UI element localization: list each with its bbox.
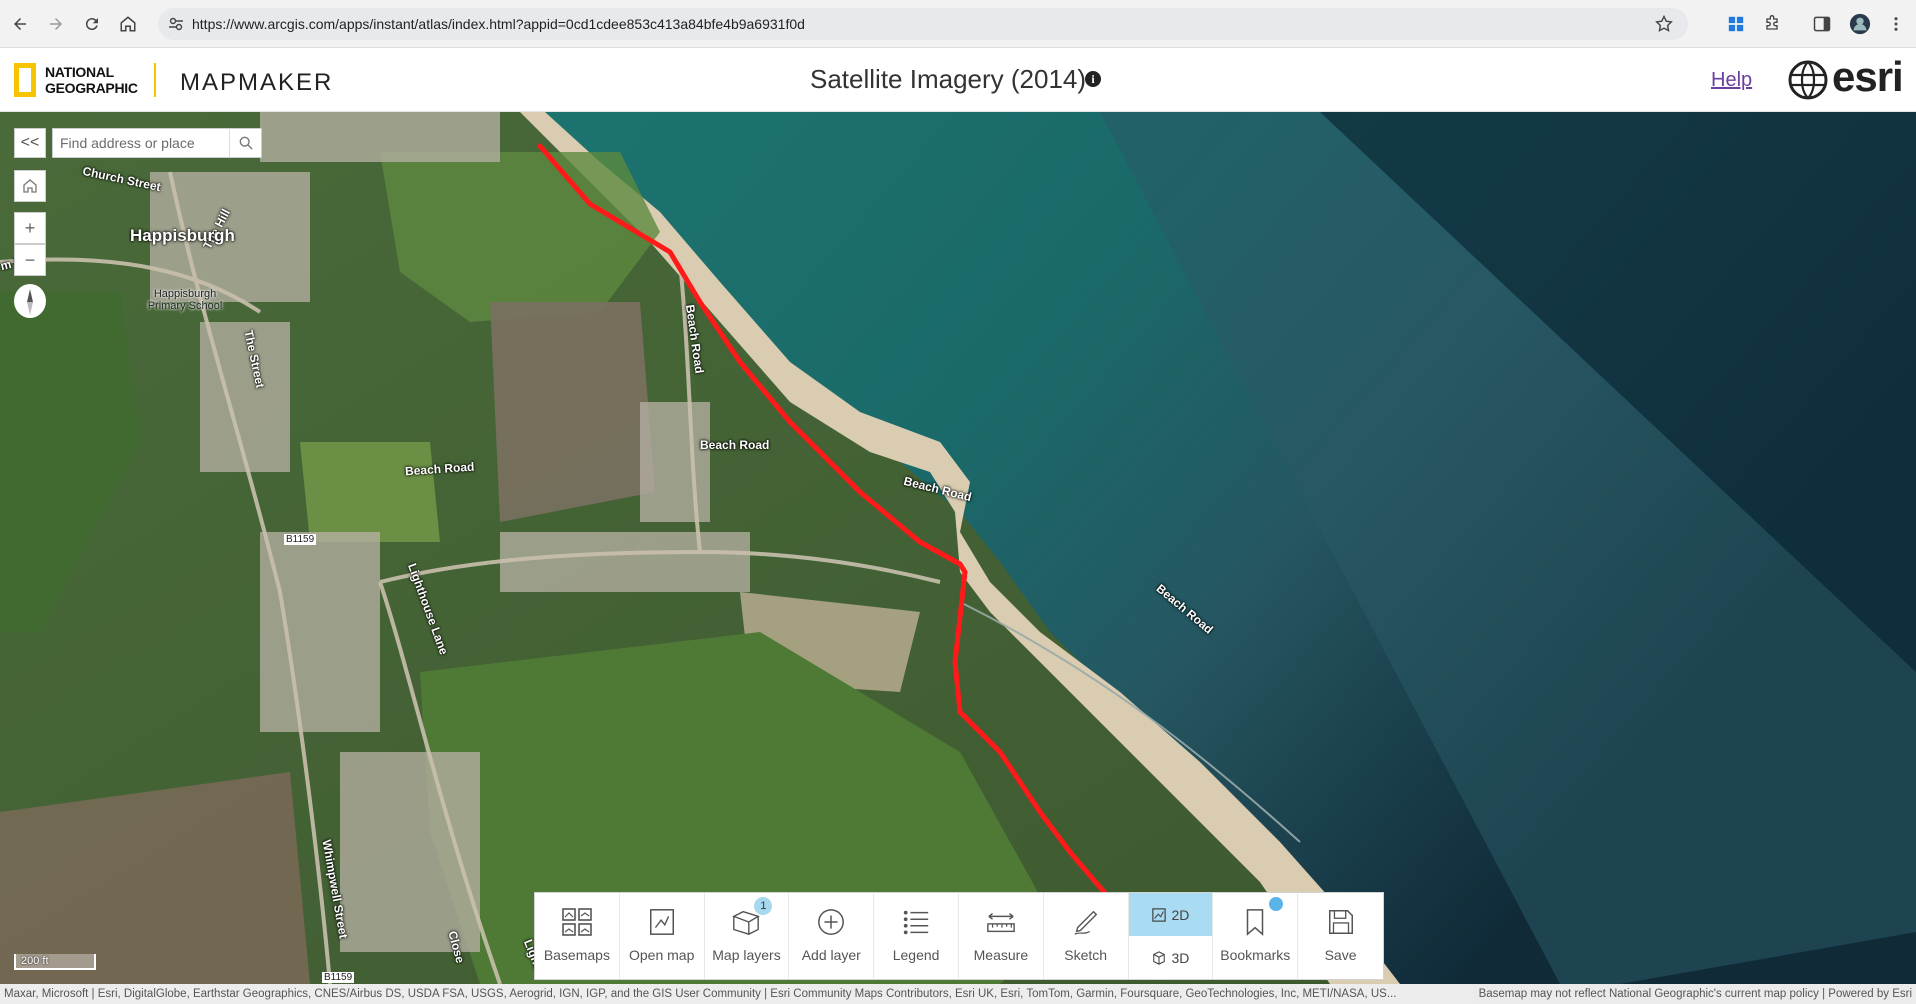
profile-avatar-icon[interactable] xyxy=(1848,12,1872,36)
satellite-imagery xyxy=(0,112,1916,984)
plus-circle-icon xyxy=(818,909,845,935)
sketch-button[interactable]: Sketch xyxy=(1044,893,1129,979)
search-icon xyxy=(239,136,253,150)
home-icon[interactable] xyxy=(116,12,140,36)
home-extent-icon xyxy=(23,179,37,193)
map-label-happisburgh: Happisburgh xyxy=(130,226,235,245)
map-2d-icon xyxy=(1151,907,1166,922)
cube-3d-icon xyxy=(1152,950,1165,965)
add-layer-button[interactable]: Add layer xyxy=(789,893,875,979)
pen-icon xyxy=(1074,910,1097,935)
reload-icon[interactable] xyxy=(80,12,104,36)
bottom-toolbar: Basemaps Open map 1 Map layers Add layer… xyxy=(534,892,1384,980)
map-label-b1159-b: B1159 xyxy=(322,972,355,983)
info-icon[interactable]: i xyxy=(1085,71,1101,87)
app-name: MAPMAKER xyxy=(180,69,334,96)
ruler-icon xyxy=(987,913,1015,933)
url-text: https://www.arcgis.com/apps/instant/atla… xyxy=(192,16,805,32)
help-link[interactable]: Help xyxy=(1711,69,1752,92)
map-label-b1159-a: B1159 xyxy=(284,534,317,545)
address-bar[interactable]: https://www.arcgis.com/apps/instant/atla… xyxy=(158,8,1688,40)
compass-icon xyxy=(15,287,45,317)
map-label-beach-road-1: Beach Road xyxy=(700,438,770,452)
sketch-label: Sketch xyxy=(1064,947,1108,963)
search-button[interactable] xyxy=(229,129,261,157)
zoom-in-button[interactable]: + xyxy=(14,212,46,244)
legend-button[interactable]: Legend xyxy=(874,893,959,979)
browser-menu-icon[interactable] xyxy=(1884,12,1908,36)
measure-label: Measure xyxy=(973,947,1029,963)
basemap-grid-icon xyxy=(562,908,592,936)
save-label: Save xyxy=(1324,947,1357,963)
back-icon[interactable] xyxy=(8,12,32,36)
view-2d-label: 2D xyxy=(1171,906,1190,923)
windows-extension-icon[interactable] xyxy=(1724,12,1748,36)
layers-count-badge: 1 xyxy=(754,897,773,915)
site-settings-icon[interactable] xyxy=(168,16,184,32)
compass-button[interactable] xyxy=(14,284,46,318)
national-geographic-wordmark: NATIONAL GEOGRAPHIC xyxy=(45,64,138,96)
open-map-label: Open map xyxy=(629,947,695,963)
attribution-sources: Maxar, Microsoft | Esri, DigitalGlobe, E… xyxy=(4,988,1397,1000)
add-layer-label: Add layer xyxy=(801,947,861,963)
esri-globe-icon xyxy=(1788,60,1828,100)
browser-bar: https://www.arcgis.com/apps/instant/atla… xyxy=(0,0,1916,48)
bookmark-star-icon[interactable] xyxy=(1654,14,1674,34)
bookmarks-indicator-dot xyxy=(1269,897,1284,911)
scale-bar: 200 ft xyxy=(14,954,96,970)
map-label-primary-school: Happisburgh Primary School xyxy=(147,288,223,312)
basemaps-button[interactable]: Basemaps xyxy=(535,893,620,979)
national-geographic-logo-icon xyxy=(14,63,36,97)
bookmarks-button[interactable]: Bookmarks xyxy=(1213,893,1299,979)
search-box xyxy=(52,128,262,158)
brand-line-2: GEOGRAPHIC xyxy=(45,80,138,96)
collapse-panel-button[interactable]: << xyxy=(14,128,46,158)
view-dimension-toggle: 2D 3D xyxy=(1128,893,1214,979)
map-view[interactable]: Church Street The Hill Happisburgh m Roa… xyxy=(0,112,1916,984)
list-icon xyxy=(903,910,929,935)
bookmarks-label: Bookmarks xyxy=(1220,947,1291,963)
view-3d-button[interactable]: 3D xyxy=(1129,936,1213,979)
open-map-button[interactable]: Open map xyxy=(620,893,705,979)
save-icon xyxy=(1328,910,1353,934)
attribution-policy[interactable]: Basemap may not reflect National Geograp… xyxy=(1472,984,1912,1004)
measure-button[interactable]: Measure xyxy=(959,893,1044,979)
brand-divider xyxy=(154,63,156,97)
save-button[interactable]: Save xyxy=(1298,893,1383,979)
bookmark-icon xyxy=(1247,909,1264,936)
esri-logo: esri xyxy=(1832,53,1904,100)
default-extent-button[interactable] xyxy=(14,170,46,202)
map-layers-label: Map layers xyxy=(712,947,781,963)
side-panel-icon[interactable] xyxy=(1810,12,1834,36)
view-2d-button[interactable]: 2D xyxy=(1128,893,1213,936)
zoom-out-button[interactable]: − xyxy=(14,244,46,276)
legend-label: Legend xyxy=(892,947,940,963)
app-header: NATIONAL GEOGRAPHIC MAPMAKER Satellite I… xyxy=(0,49,1916,112)
view-3d-label: 3D xyxy=(1171,949,1190,966)
open-map-icon xyxy=(649,909,674,935)
map-layers-button[interactable]: 1 Map layers xyxy=(705,893,790,979)
page-title: Satellite Imagery (2014) xyxy=(810,64,1087,94)
forward-icon[interactable] xyxy=(44,12,68,36)
extensions-puzzle-icon[interactable] xyxy=(1760,12,1784,36)
brand-line-1: NATIONAL xyxy=(45,64,114,80)
map-attribution: Maxar, Microsoft | Esri, DigitalGlobe, E… xyxy=(0,984,1916,1004)
basemaps-label: Basemaps xyxy=(543,947,610,963)
